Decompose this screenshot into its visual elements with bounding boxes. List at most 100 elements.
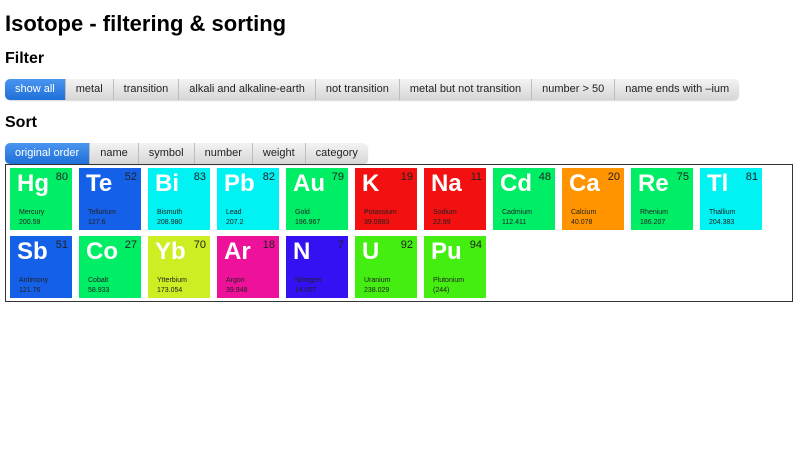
element-name: Thallium <box>709 209 736 216</box>
element-symbol: Co <box>86 238 118 265</box>
element-symbol: Te <box>86 170 113 197</box>
element-weight: 40.078 <box>571 219 593 226</box>
element-item: Sb 51 Antimony 121.76 <box>10 236 72 298</box>
element-item: N 7 Nitrogen 14.007 <box>286 236 348 298</box>
element-weight: 204.383 <box>709 219 735 226</box>
element-name: Cadmium <box>502 209 532 216</box>
sort-symbol-button[interactable]: symbol <box>138 143 195 164</box>
page: Isotope - filtering & sorting Filter sho… <box>0 0 800 164</box>
sort-heading: Sort <box>5 114 37 131</box>
element-name: Antimony <box>19 277 49 284</box>
element-item: K 19 Potassium 39.0983 <box>355 168 417 230</box>
element-item: U 92 Uranium 238.029 <box>355 236 417 298</box>
element-name: Plutonium <box>433 277 465 284</box>
sort-weight-button[interactable]: weight <box>252 143 306 164</box>
element-weight: 112.411 <box>502 219 527 226</box>
sort-name-button[interactable]: name <box>90 143 139 164</box>
filter-alkali-button[interactable]: alkali and alkaline-earth <box>179 79 316 100</box>
element-weight: 39.948 <box>226 287 248 294</box>
element-name: Uranium <box>364 277 391 284</box>
element-name: Mercury <box>19 209 45 216</box>
filter-transition-button[interactable]: transition <box>113 79 180 100</box>
element-weight: 173.054 <box>157 287 183 294</box>
element-name: Argon <box>226 277 245 284</box>
element-symbol: Cd <box>500 170 532 197</box>
sort-original-order-button[interactable]: original order <box>5 143 91 164</box>
element-name: Ytterbium <box>157 277 187 284</box>
element-number: 80 <box>55 171 68 183</box>
element-symbol: Re <box>638 170 669 197</box>
element-symbol: Pb <box>224 170 255 197</box>
element-item: Re 75 Rhenium 186.207 <box>631 168 693 230</box>
element-number: 52 <box>124 171 137 183</box>
element-item: Hg 80 Mercury 200.59 <box>10 168 72 230</box>
element-symbol: Yb <box>155 238 186 265</box>
element-item: Te 52 Tellurium 127.6 <box>79 168 141 230</box>
element-weight: 186.207 <box>640 219 666 226</box>
element-item: Tl 81 Thallium 204.383 <box>700 168 762 230</box>
filter-metal-not-transition-button[interactable]: metal but not transition <box>399 79 533 100</box>
sort-category-button[interactable]: category <box>305 143 368 164</box>
filter-number-gt-50-button[interactable]: number > 50 <box>532 79 616 100</box>
element-weight: (244) <box>433 287 450 294</box>
sort-button-group: original order name symbol number weight… <box>5 143 368 164</box>
element-number: 83 <box>193 171 206 183</box>
element-symbol: U <box>362 238 380 265</box>
element-name: Bismuth <box>157 209 183 216</box>
filter-show-all-button[interactable]: show all <box>5 79 66 100</box>
element-number: 92 <box>400 239 413 251</box>
element-weight: 196.967 <box>295 219 321 226</box>
element-name: Rhenium <box>640 209 669 216</box>
element-number: 79 <box>331 171 344 183</box>
filter-name-ium-button[interactable]: name ends with –ium <box>615 79 740 100</box>
element-name: Potassium <box>364 209 397 216</box>
element-item: Au 79 Gold 196.967 <box>286 168 348 230</box>
element-item: Pb 82 Lead 207.2 <box>217 168 279 230</box>
element-symbol: Sb <box>17 238 48 265</box>
element-symbol: K <box>362 170 380 197</box>
element-symbol: Hg <box>17 170 49 197</box>
element-number: 27 <box>124 239 137 251</box>
filter-metal-button[interactable]: metal <box>65 79 114 100</box>
element-item: Co 27 Cobalt 58.933 <box>79 236 141 298</box>
element-number: 11 <box>470 171 482 183</box>
element-name: Calcium <box>571 209 597 216</box>
page-title: Isotope - filtering & sorting <box>5 11 287 36</box>
element-weight: 39.0983 <box>364 219 390 226</box>
element-number: 19 <box>400 171 413 183</box>
filter-not-transition-button[interactable]: not transition <box>315 79 400 100</box>
element-item: Bi 83 Bismuth 208.980 <box>148 168 210 230</box>
sort-number-button[interactable]: number <box>194 143 253 164</box>
element-weight: 208.980 <box>157 219 183 226</box>
element-number: 20 <box>607 171 620 183</box>
element-weight: 207.2 <box>226 219 244 226</box>
element-item: Cd 48 Cadmium 112.411 <box>493 168 555 230</box>
element-number: 94 <box>469 239 482 251</box>
element-weight: 121.76 <box>19 287 41 294</box>
filter-heading: Filter <box>5 50 45 67</box>
element-symbol: Pu <box>431 238 462 265</box>
element-symbol: Bi <box>155 170 179 197</box>
element-number: 48 <box>538 171 551 183</box>
element-weight: 14.007 <box>295 287 317 294</box>
element-weight: 238.029 <box>364 287 390 294</box>
element-name: Sodium <box>433 209 457 216</box>
element-symbol: Ca <box>569 170 600 197</box>
element-symbol: Na <box>431 170 462 197</box>
element-item: Yb 70 Ytterbium 173.054 <box>148 236 210 298</box>
element-symbol: Ar <box>224 238 251 265</box>
element-grid: Hg 80 Mercury 200.59 Te 52 Tellurium 127.6 Bi 83 B… <box>5 164 793 302</box>
element-number: 51 <box>55 239 68 251</box>
element-name: Nitrogen <box>295 277 322 284</box>
element-number: 18 <box>262 239 275 251</box>
element-number: 7 <box>337 239 344 251</box>
element-name: Cobalt <box>88 277 109 284</box>
element-item: Na 11 Sodium 22.99 <box>424 168 486 230</box>
element-item: Pu 94 Plutonium (244) <box>424 236 486 298</box>
element-symbol: Au <box>293 170 325 197</box>
element-item: Ar 18 Argon 39.948 <box>217 236 279 298</box>
element-weight: 58.933 <box>88 287 110 294</box>
element-weight: 22.99 <box>433 219 451 226</box>
element-weight: 127.6 <box>88 219 106 226</box>
element-number: 82 <box>262 171 275 183</box>
